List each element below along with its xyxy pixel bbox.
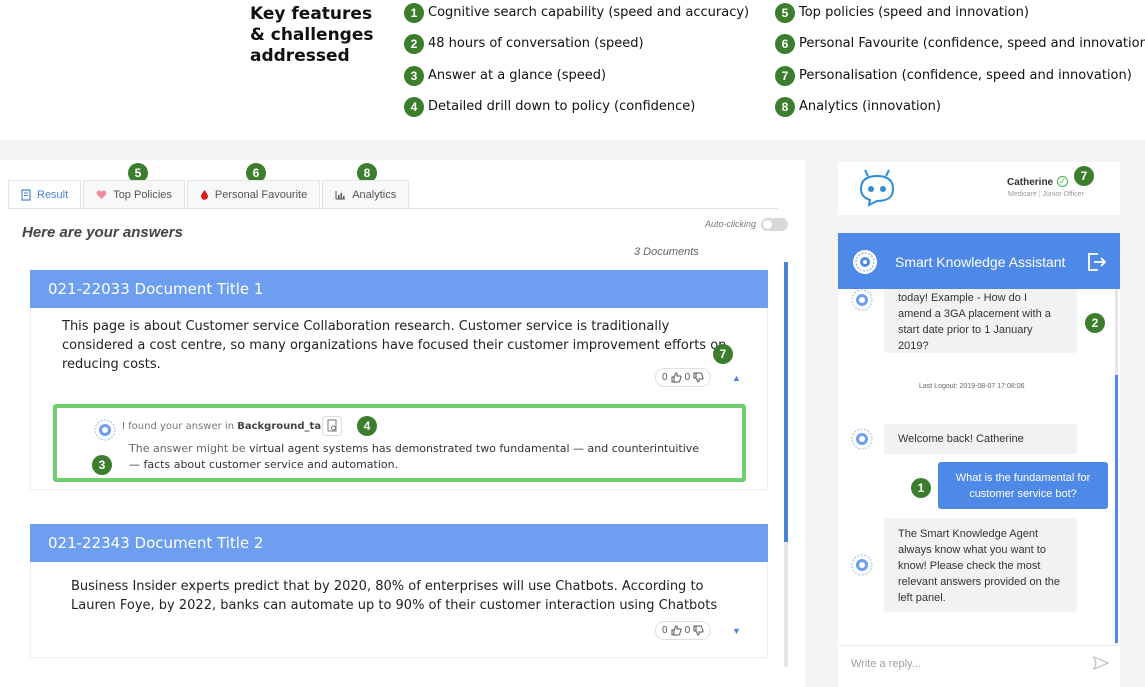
feedback-buttons: 0 0 bbox=[655, 368, 712, 387]
annotation-badge-doc-vote: 7 bbox=[713, 344, 733, 364]
auto-clicking-label: Auto-clicking bbox=[705, 219, 757, 229]
result-tabs: Result Top Policies Personal Favourite A… bbox=[8, 180, 411, 208]
thumbs-down-icon[interactable] bbox=[693, 372, 704, 383]
last-logout-text: Last Logout: 2019-08-07 17:08:06 bbox=[919, 383, 1025, 390]
bot-avatar-icon bbox=[851, 428, 873, 450]
answer-source-name: Background_tab bbox=[237, 421, 329, 432]
annotation-badge-profile: 7 bbox=[1074, 166, 1094, 186]
answers-heading: Here are your answers bbox=[22, 224, 183, 241]
legend-item-4: Detailed drill down to policy (confidenc… bbox=[428, 99, 696, 114]
document-title: 021-22033 Document Title 1 bbox=[48, 280, 264, 298]
dislike-count: 0 bbox=[684, 372, 691, 383]
answer-text: The answer might be virtual agent system… bbox=[129, 441, 709, 473]
bot-avatar-icon bbox=[851, 554, 873, 576]
legend-title: Key features & challenges addressed bbox=[250, 4, 374, 66]
tab-analytics[interactable]: Analytics bbox=[322, 180, 410, 208]
legend-item-8: Analytics (innovation) bbox=[799, 99, 941, 114]
legend-badge-7: 7 bbox=[775, 66, 795, 86]
answer-source-line: I found your answer in Background_tab bbox=[122, 421, 328, 432]
legend-badge-2: 2 bbox=[404, 34, 424, 54]
heart-icon bbox=[96, 190, 107, 199]
tab-personal-favourite[interactable]: Personal Favourite bbox=[186, 180, 321, 208]
dislike-count: 0 bbox=[684, 625, 691, 636]
document-title-bar[interactable]: 021-22033 Document Title 1 bbox=[30, 270, 768, 308]
legend-item-6: Personal Favourite (confidence, speed an… bbox=[799, 36, 1145, 51]
profile-role: Junior Officer bbox=[1042, 191, 1085, 198]
drill-down-icon[interactable] bbox=[322, 416, 342, 436]
document-summary: This page is about Customer service Coll… bbox=[62, 319, 727, 372]
feedback-buttons: 0 0 bbox=[655, 621, 712, 640]
legend-badge-4: 4 bbox=[404, 97, 424, 117]
chat-title: Smart Knowledge Assistant bbox=[895, 254, 1066, 270]
document-summary: Business Insider experts predict that by… bbox=[71, 579, 718, 613]
legend-badge-3: 3 bbox=[404, 66, 424, 86]
chat-message-bot: The Smart Knowledge Agent always know wh… bbox=[884, 518, 1077, 612]
legend-item-3: Answer at a glance (speed) bbox=[428, 68, 607, 83]
assistant-avatar-icon bbox=[853, 250, 877, 274]
drop-icon bbox=[200, 190, 208, 200]
like-count: 0 bbox=[662, 625, 668, 636]
robot-logo-icon bbox=[859, 169, 895, 207]
document-title: 021-22343 Document Title 2 bbox=[48, 534, 264, 552]
profile-subtitle: Medicare | Junior Officer bbox=[1008, 191, 1085, 198]
tab-result[interactable]: Result bbox=[8, 180, 82, 208]
legend-badge-8: 8 bbox=[775, 97, 795, 117]
chat-message-user: What is the fundamental for customer ser… bbox=[938, 462, 1108, 509]
thumbs-up-icon[interactable] bbox=[671, 625, 682, 636]
answer-source-prefix: I found your answer in bbox=[122, 421, 238, 432]
like-count: 0 bbox=[662, 372, 668, 383]
results-scrollbar-thumb[interactable] bbox=[784, 262, 788, 542]
annotation-badge-glance: 3 bbox=[92, 455, 112, 475]
bar-chart-icon bbox=[335, 190, 346, 199]
expand-caret-icon[interactable]: ▼ bbox=[732, 626, 741, 636]
annotation-badge-drill-down: 4 bbox=[357, 416, 377, 436]
send-icon[interactable] bbox=[1093, 656, 1109, 670]
answer-text-prefix: The answer might be bbox=[129, 442, 249, 455]
legend-item-7: Personalisation (confidence, speed and i… bbox=[799, 68, 1132, 83]
document-count: 3 Documents bbox=[634, 246, 699, 258]
logout-icon[interactable] bbox=[1087, 252, 1107, 272]
legend-badge-6: 6 bbox=[775, 34, 795, 54]
thumbs-down-icon[interactable] bbox=[693, 625, 704, 636]
tab-result-label: Result bbox=[37, 188, 69, 201]
legend-item-5: Top policies (speed and innovation) bbox=[799, 5, 1029, 20]
tab-divider bbox=[8, 208, 778, 209]
annotation-badge-chat-history: 2 bbox=[1085, 313, 1105, 333]
chat-message-bot: Welcome back! Catherine bbox=[884, 424, 1077, 454]
thumbs-up-icon[interactable] bbox=[671, 372, 682, 383]
document-icon bbox=[21, 188, 31, 201]
tab-top-policies[interactable]: Top Policies bbox=[83, 180, 185, 208]
legend-badge-5: 5 bbox=[775, 3, 795, 23]
collapse-caret-icon[interactable]: ▲ bbox=[732, 373, 741, 383]
tab-analytics-label: Analytics bbox=[352, 188, 397, 201]
chat-scrollbar-thumb[interactable] bbox=[1115, 375, 1118, 643]
profile-name: Catherine bbox=[1007, 177, 1054, 188]
document-title-bar[interactable]: 021-22343 Document Title 2 bbox=[30, 524, 768, 562]
legend-item-1: Cognitive search capability (speed and a… bbox=[428, 5, 750, 20]
bot-avatar-icon bbox=[851, 289, 873, 311]
reply-input[interactable]: Write a reply... bbox=[851, 658, 921, 670]
tab-top-policies-label: Top Policies bbox=[113, 188, 172, 201]
annotation-badge-user-query: 1 bbox=[911, 478, 931, 498]
tab-personal-favourite-label: Personal Favourite bbox=[214, 188, 308, 201]
legend-badge-1: 1 bbox=[404, 3, 424, 23]
auto-clicking-toggle[interactable] bbox=[761, 218, 788, 231]
bot-avatar-icon bbox=[94, 419, 116, 441]
profile-department: Medicare bbox=[1008, 191, 1037, 198]
legend-item-2: 48 hours of conversation (speed) bbox=[428, 36, 644, 51]
verified-check-icon: ✓ bbox=[1057, 176, 1068, 187]
